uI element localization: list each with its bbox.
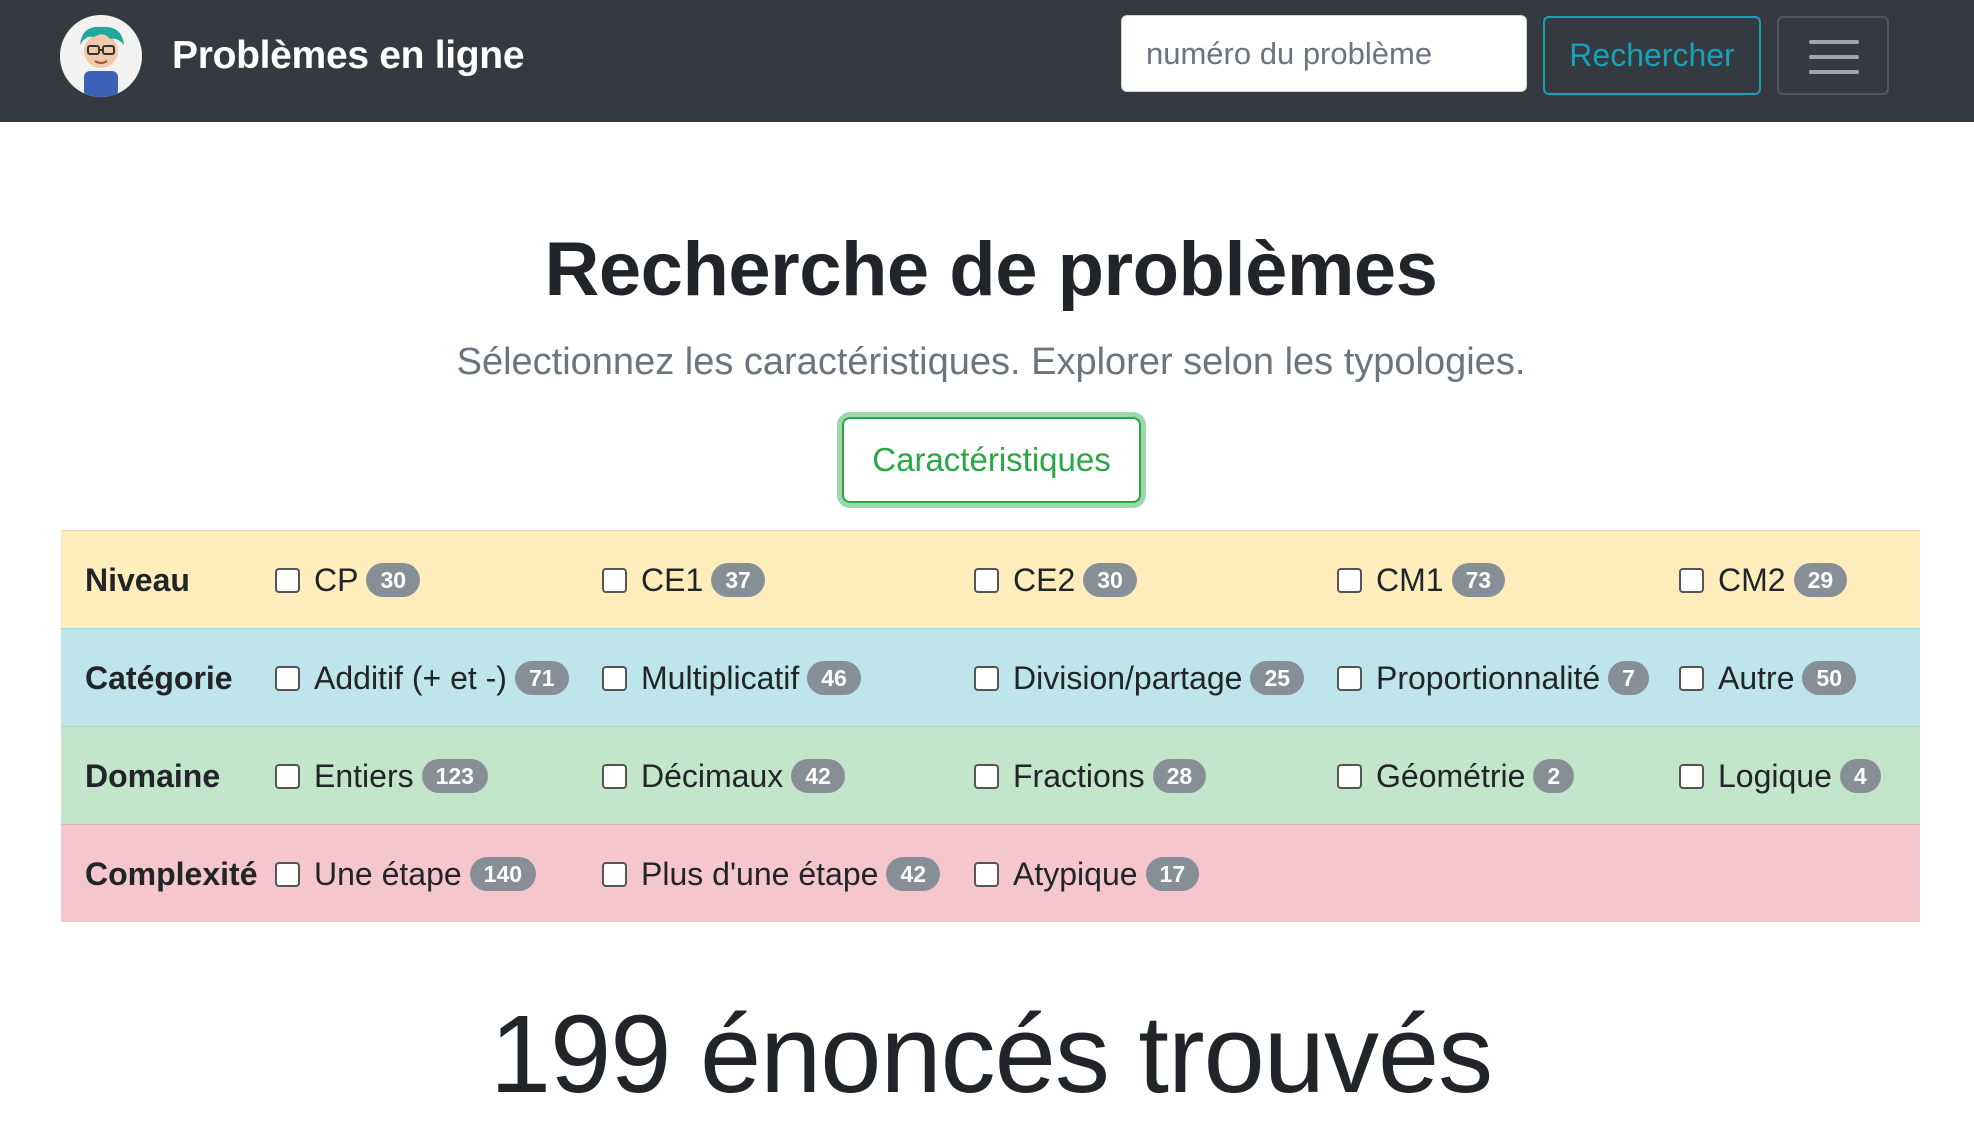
option-label: Plus d'une étape (641, 855, 879, 892)
filter-option-plus-une-etape[interactable]: Plus d'une étape 42 (602, 825, 940, 923)
hamburger-icon (1809, 38, 1859, 76)
filter-row-niveau: Niveau CP 30 CE1 37 CE2 30 CM1 73 CM2 29 (61, 530, 1920, 628)
checkbox[interactable] (974, 861, 999, 887)
checkbox[interactable] (974, 763, 999, 789)
count-badge: 71 (514, 661, 569, 695)
filter-option-entiers[interactable]: Entiers 123 (275, 727, 488, 825)
filter-option-ce2[interactable]: CE2 30 (974, 531, 1137, 629)
count-badge: 46 (807, 661, 861, 695)
count-badge: 50 (1802, 661, 1857, 695)
brand-title[interactable]: Problèmes en ligne (172, 30, 525, 82)
filter-row-label: Complexité (85, 856, 258, 892)
top-navbar: Problèmes en ligne Rechercher (0, 0, 1974, 122)
count-badge: 30 (366, 563, 421, 597)
count-badge: 17 (1145, 857, 1200, 891)
checkbox[interactable] (974, 567, 999, 593)
count-badge: 123 (421, 759, 488, 793)
option-label: Une étape (314, 855, 462, 892)
count-badge: 7 (1608, 661, 1649, 695)
checkbox[interactable] (275, 567, 300, 593)
option-label: CM2 (1718, 561, 1786, 598)
count-badge: 30 (1083, 563, 1137, 597)
checkbox[interactable] (1337, 665, 1362, 691)
count-badge: 42 (791, 759, 845, 793)
filter-option-logique[interactable]: Logique 4 (1679, 727, 1881, 825)
filter-option-proportionnalite[interactable]: Proportionnalité 7 (1337, 629, 1649, 727)
page-title: Recherche de problèmes (544, 227, 1438, 312)
option-label: Autre (1718, 659, 1795, 696)
option-label: CE1 (641, 561, 704, 598)
filter-option-cm1[interactable]: CM1 73 (1337, 531, 1506, 629)
option-label: CM1 (1376, 561, 1444, 598)
filter-option-division[interactable]: Division/partage 25 (974, 629, 1305, 727)
page-subtitle: Sélectionnez les caractéristiques. Explo… (456, 341, 1526, 383)
count-badge: 2 (1533, 759, 1575, 793)
checkbox[interactable] (602, 763, 627, 789)
checkbox[interactable] (602, 665, 627, 691)
option-label: Atypique (1013, 855, 1138, 892)
characteristics-button[interactable]: Caractéristiques (842, 417, 1141, 503)
option-label: Décimaux (641, 757, 784, 794)
count-badge: 28 (1152, 759, 1207, 793)
results-count-heading: 199 énoncés trouvés (489, 993, 1493, 1116)
checkbox[interactable] (602, 861, 627, 887)
filter-option-cm2[interactable]: CM2 29 (1679, 531, 1848, 629)
option-label: Géométrie (1376, 757, 1526, 794)
option-label: CE2 (1013, 561, 1076, 598)
search-button[interactable]: Rechercher (1543, 16, 1761, 95)
filter-row-domaine: Domaine Entiers 123 Décimaux 42 Fraction… (61, 726, 1920, 824)
filter-option-fractions[interactable]: Fractions 28 (974, 727, 1207, 825)
filter-row-label: Catégorie (85, 660, 233, 696)
checkbox[interactable] (602, 567, 627, 593)
count-badge: 73 (1451, 563, 1506, 597)
filter-row-categorie: Catégorie Additif (+ et -) 71 Multiplica… (61, 628, 1920, 726)
filter-option-multiplicatif[interactable]: Multiplicatif 46 (602, 629, 861, 727)
checkbox[interactable] (1337, 567, 1362, 593)
filter-row-label: Niveau (85, 562, 190, 598)
filter-option-additif[interactable]: Additif (+ et -) 71 (275, 629, 569, 727)
count-badge: 29 (1793, 563, 1848, 597)
filter-option-geometrie[interactable]: Géométrie 2 (1337, 727, 1575, 825)
checkbox[interactable] (275, 665, 300, 691)
option-label: CP (314, 561, 359, 598)
checkbox[interactable] (1679, 567, 1704, 593)
checkbox[interactable] (275, 763, 300, 789)
filter-option-ce1[interactable]: CE1 37 (602, 531, 765, 629)
option-label: Multiplicatif (641, 659, 800, 696)
checkbox[interactable] (1337, 763, 1362, 789)
filter-option-autre[interactable]: Autre 50 (1679, 629, 1857, 727)
count-badge: 42 (886, 857, 940, 891)
count-badge: 25 (1250, 661, 1305, 695)
avatar-icon (60, 15, 142, 97)
count-badge: 140 (469, 857, 537, 891)
filter-option-cp[interactable]: CP 30 (275, 531, 421, 629)
filter-row-complexite: Complexité Une étape 140 Plus d'une étap… (61, 824, 1920, 922)
count-badge: 37 (711, 563, 765, 597)
option-label: Entiers (314, 757, 414, 794)
filter-option-decimaux[interactable]: Décimaux 42 (602, 727, 845, 825)
option-label: Proportionnalité (1376, 659, 1601, 696)
checkbox[interactable] (275, 861, 300, 887)
menu-toggle-button[interactable] (1777, 16, 1889, 95)
filter-table: Niveau CP 30 CE1 37 CE2 30 CM1 73 CM2 29 (61, 530, 1920, 922)
option-label: Fractions (1013, 757, 1145, 794)
filter-option-atypique[interactable]: Atypique 17 (974, 825, 1200, 923)
option-label: Logique (1718, 757, 1832, 794)
problem-number-search-input[interactable] (1121, 15, 1527, 92)
option-label: Additif (+ et -) (314, 659, 507, 696)
option-label: Division/partage (1013, 659, 1243, 696)
checkbox[interactable] (1679, 763, 1704, 789)
avatar[interactable] (60, 15, 142, 97)
checkbox[interactable] (974, 665, 999, 691)
filter-option-une-etape[interactable]: Une étape 140 (275, 825, 537, 923)
filter-row-label: Domaine (85, 758, 221, 794)
checkbox[interactable] (1679, 665, 1704, 691)
count-badge: 4 (1839, 759, 1881, 793)
